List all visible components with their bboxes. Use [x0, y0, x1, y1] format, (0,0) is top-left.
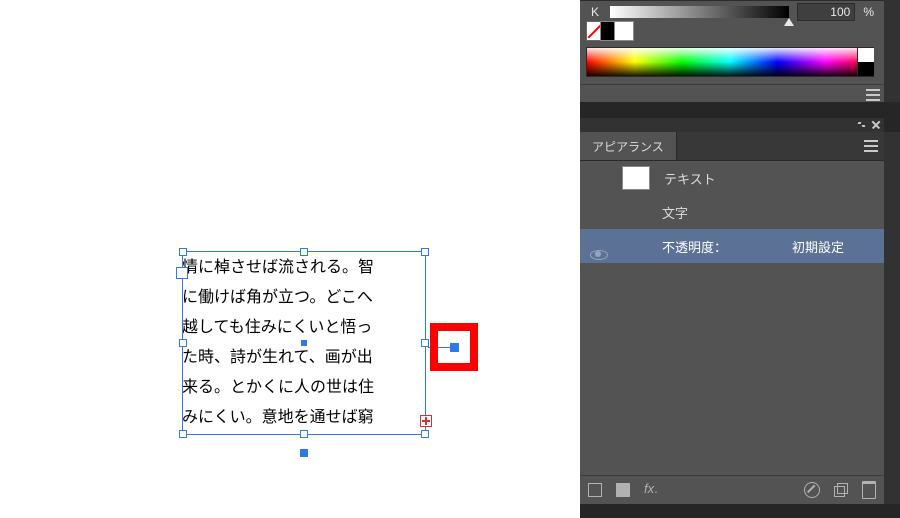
white-swatch[interactable]	[614, 21, 634, 41]
spectrum-white[interactable]	[857, 48, 874, 62]
text-in-port[interactable]	[176, 267, 188, 279]
panel-chrome	[580, 118, 884, 132]
target-swatch-icon	[622, 166, 650, 190]
appearance-header: アピアランス	[580, 132, 884, 161]
color-slider-track[interactable]	[610, 6, 789, 18]
add-effect-icon[interactable]: fx.	[644, 481, 660, 497]
color-spectrum[interactable]	[586, 47, 874, 77]
color-value-field[interactable]: 100	[797, 3, 855, 21]
center-point	[301, 340, 307, 346]
annotation-highlight-box	[430, 323, 478, 371]
appearance-panel: アピアランス テキスト 文字 不透明度： 初期設定	[580, 132, 884, 504]
appearance-body: テキスト 文字 不透明度： 初期設定	[580, 161, 884, 263]
color-channel-label: K	[588, 5, 602, 19]
text-line: に働けば角が立つ。どこへ	[182, 283, 426, 313]
appearance-footer: fx.	[580, 475, 884, 504]
text-line: 来る。とかくに人の世は住	[182, 373, 426, 403]
panel-close-icon[interactable]	[870, 119, 882, 131]
new-stroke-icon[interactable]	[588, 483, 602, 497]
color-panel: K 100 %	[580, 0, 884, 103]
opacity-label: 不透明度：	[662, 237, 727, 256]
text-overflow-port[interactable]	[420, 415, 432, 427]
spectrum-black[interactable]	[857, 62, 874, 76]
duplicate-item-icon[interactable]	[834, 483, 848, 497]
text-line: 情に棹させば流される。智	[182, 253, 426, 283]
panel-menu-icon[interactable]	[864, 140, 878, 152]
appearance-tab[interactable]: アピアランス	[580, 132, 677, 160]
artboard[interactable]: 情に棹させば流される。智 に働けば角が立つ。どこへ 越しても住みにくいと悟っ た…	[0, 0, 560, 518]
target-label: テキスト	[664, 169, 716, 188]
delete-item-icon[interactable]	[862, 481, 876, 499]
panel-menu-icon[interactable]	[866, 89, 880, 101]
selected-text-frame[interactable]: 情に棹させば流される。智 に働けば角が立つ。どこへ 越しても住みにくいと悟っ た…	[182, 251, 426, 435]
appearance-characters-row[interactable]: 文字	[580, 195, 884, 229]
appearance-target-row[interactable]: テキスト	[580, 161, 884, 195]
text-line: 越しても住みにくいと悟っ	[182, 313, 426, 343]
type-on-path-handle[interactable]	[300, 449, 308, 457]
new-fill-icon[interactable]	[616, 483, 630, 497]
appearance-opacity-row[interactable]: 不透明度： 初期設定	[580, 229, 884, 263]
color-default-swatches	[586, 21, 630, 43]
panel-dock: K 100 % アピアランス	[580, 0, 900, 518]
percent-label: %	[863, 5, 874, 19]
color-panel-footer	[580, 84, 884, 103]
characters-label: 文字	[662, 203, 688, 222]
opacity-value: 初期設定	[792, 237, 844, 256]
clear-appearance-icon[interactable]	[804, 482, 820, 498]
text-line: みにくい。意地を通せば窮	[182, 403, 426, 433]
panel-gap	[580, 504, 900, 518]
dock-collapse-strip[interactable]	[884, 0, 900, 518]
color-slider-thumb[interactable]	[784, 18, 794, 26]
panel-collapse-icon[interactable]	[856, 119, 868, 131]
text-line: た時、詩が生れて、画が出	[182, 343, 426, 373]
